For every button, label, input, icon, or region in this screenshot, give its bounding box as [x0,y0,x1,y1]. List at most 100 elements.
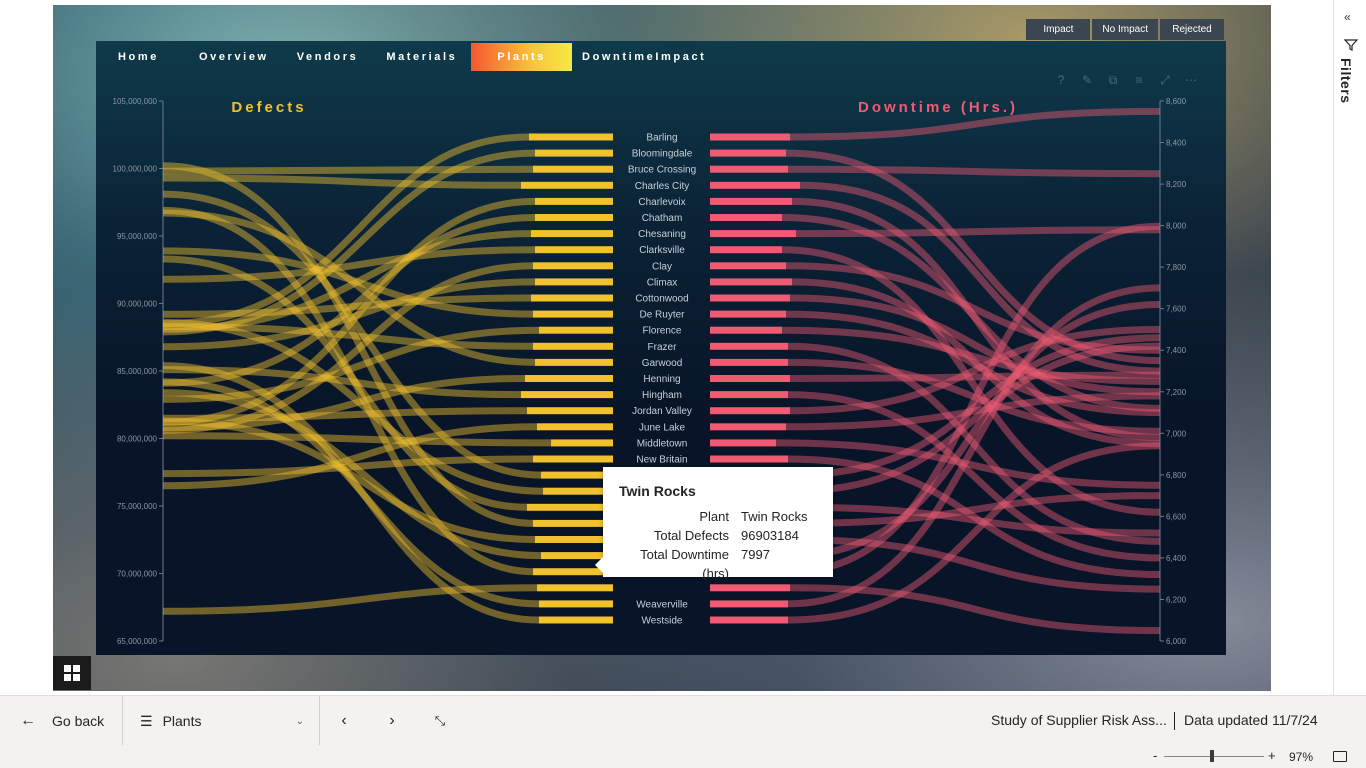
left-axis-tick-label: 75,000,000 [117,502,158,511]
plant-label: Hingham [642,390,682,401]
windows-logo-icon[interactable] [53,656,91,690]
defects-bar [527,407,613,415]
plant-label: Chatham [642,213,683,224]
zoom-slider-track[interactable] [1164,756,1264,757]
zoom-slider-thumb[interactable] [1210,750,1214,762]
fit-to-page-icon[interactable] [1333,751,1347,762]
downtime-bar [710,133,790,141]
downtime-flow-line [789,371,1161,382]
defects-bar [521,181,613,189]
plant-label: Bruce Crossing [628,165,696,176]
plant-label: Westside [642,616,683,627]
downtime-bar [710,342,788,350]
defects-bar [533,262,613,270]
next-page-button[interactable]: › [380,709,404,733]
defects-bar [521,391,613,399]
downtime-bar [710,278,792,286]
plant-label: Middletown [637,438,688,449]
defects-bar [533,519,613,527]
defects-flow-line [162,407,528,422]
downtime-bar [710,294,790,302]
downtime-title: Downtime (Hrs.) [858,99,1018,116]
back-arrow-icon: ← [20,712,36,729]
plant-label: Henning [643,374,680,385]
tooltip-row: Total Downtime (hrs) 7997 [619,545,817,583]
go-back-button[interactable]: ← Go back [20,696,104,746]
footer-bar: ← Go back ☰ Plants ⌄ ‹ › ⤡ Study of Supp… [0,695,1366,746]
right-axis-tick-label: 8,400 [1166,139,1187,148]
right-axis-tick-label: 6,800 [1166,471,1187,480]
downtime-bar [710,230,796,238]
plant-label: Garwood [642,358,683,369]
defects-bar [529,133,613,141]
downtime-bar [710,149,786,157]
zoom-out-button[interactable]: - [1153,748,1157,763]
downtime-bar [710,310,786,318]
plant-label: Frazer [648,342,678,353]
downtime-bar [710,214,782,221]
data-updated-label: Data updated 11/7/24 [1184,712,1318,728]
tooltip-key: Total Downtime (hrs) [640,547,729,581]
zoom-percentage: 97% [1289,750,1314,764]
defects-bar [533,165,613,173]
filter-funnel-icon[interactable] [1344,38,1358,52]
downtime-bar [710,455,788,463]
page-select-dropdown[interactable]: ☰ Plants ⌄ [140,696,306,746]
defects-bar [539,616,613,624]
defects-bar [537,423,613,431]
left-axis-tick-label: 65,000,000 [117,637,158,646]
footer-separator [1174,712,1175,730]
downtime-bar [710,165,788,173]
plant-label: Bloomingdale [632,149,693,160]
downtime-flow-line [787,165,1161,178]
downtime-bar [710,326,782,334]
right-axis-tick-label: 6,200 [1166,595,1187,604]
exit-fullscreen-icon[interactable]: ⤡ [428,709,452,733]
left-axis-tick-label: 80,000,000 [117,435,158,444]
defects-bar [533,310,613,318]
plant-label: Jordan Valley [632,406,692,417]
right-axis-tick-label: 6,600 [1166,512,1187,521]
downtime-bar [710,358,788,366]
tooltip-value: 96903184 [741,528,799,543]
defects-bar [531,294,613,302]
defects-bar [535,536,613,543]
defects-bar [539,326,613,334]
downtime-bar [710,407,790,415]
footer-divider [122,696,123,746]
downtime-bar [710,262,786,270]
right-axis-tick-label: 8,600 [1166,97,1187,106]
left-axis-tick-label: 100,000,000 [113,165,158,174]
plant-label: Florence [643,326,682,337]
right-axis-tick-label: 7,400 [1166,346,1187,355]
plant-label: Cottonwood [635,294,688,305]
tooltip-title: Twin Rocks [619,483,696,499]
defects-bar [535,214,613,221]
tooltip-value: Twin Rocks [741,509,808,524]
defects-bar [525,375,613,382]
defects-bar [533,342,613,350]
downtime-bar [710,375,790,382]
downtime-bar [710,616,788,624]
filters-label[interactable]: Filters [1338,58,1354,104]
downtime-bar [710,197,792,205]
tooltip-key: Plant [699,509,729,524]
plant-label: New Britain [636,455,687,466]
downtime-bar [710,181,800,189]
expand-filters-icon[interactable]: « [1344,10,1351,24]
right-axis-tick-label: 7,000 [1166,429,1187,438]
tooltip-row: Total Defects 96903184 [619,526,817,545]
plant-label: Weaverville [636,599,688,610]
plant-label: Chesaning [638,229,686,240]
zoom-in-button[interactable]: + [1268,748,1276,763]
page-list-icon: ☰ [140,712,153,729]
page-select-value: Plants [162,713,202,729]
defects-bar [535,149,613,157]
plant-label: Clay [652,261,672,272]
defects-bar [537,584,613,592]
tooltip-row: Plant Twin Rocks [619,507,817,526]
left-axis-tick-label: 85,000,000 [117,367,158,376]
previous-page-button[interactable]: ‹ [332,709,356,733]
plant-label: De Ruyter [639,310,685,321]
left-axis-tick-label: 90,000,000 [117,300,158,309]
